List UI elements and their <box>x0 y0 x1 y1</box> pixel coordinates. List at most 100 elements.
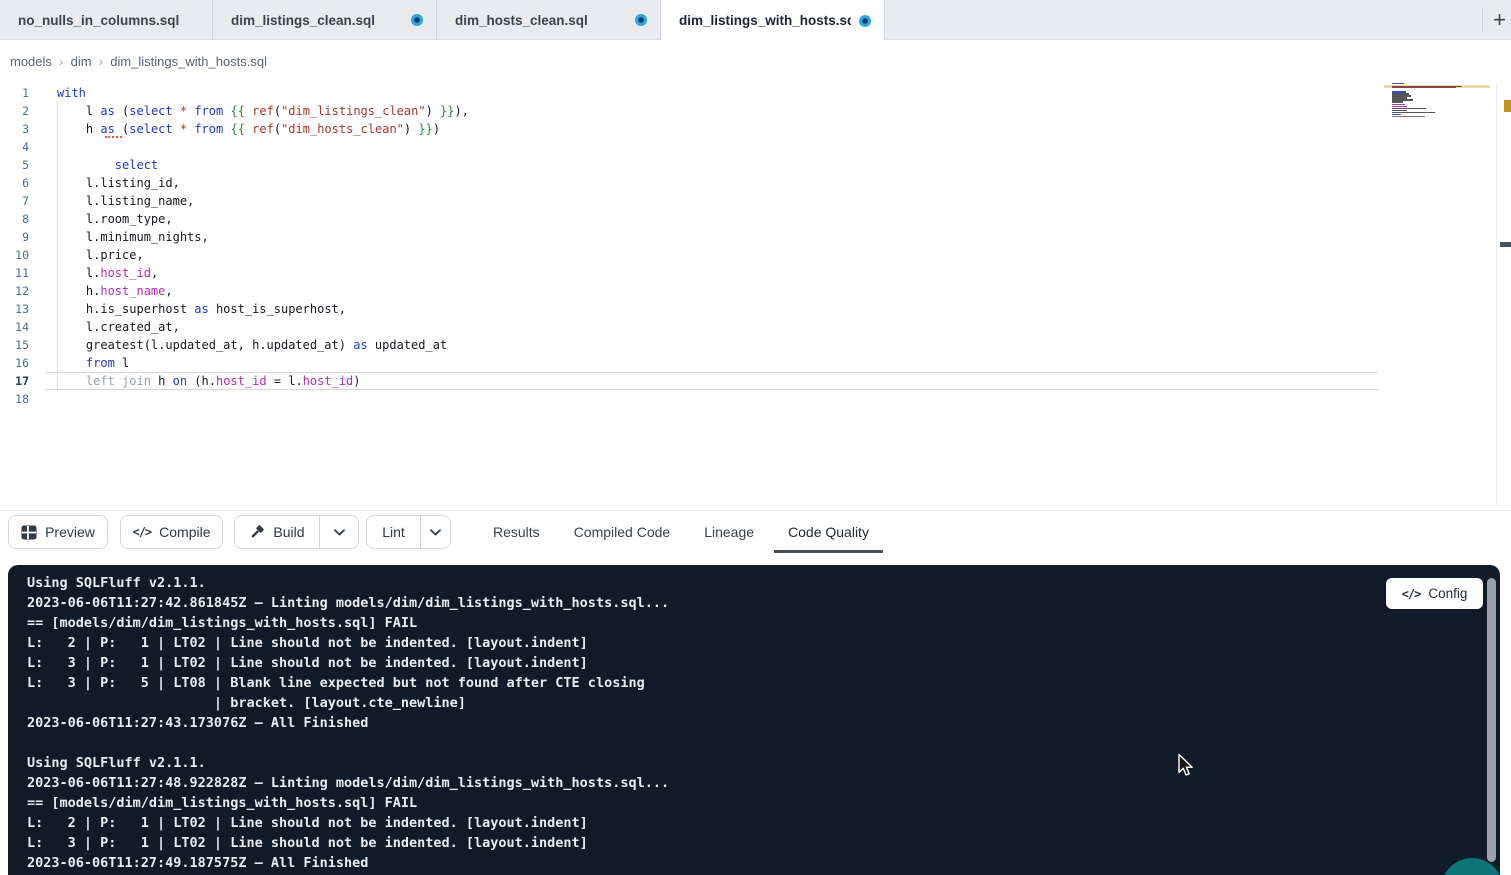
file-header-bar: models›dim›dim_listings_with_hosts.sql S… <box>0 40 1511 82</box>
line-number: 12 <box>0 282 29 300</box>
config-button[interactable]: </> Config <box>1386 578 1483 609</box>
code-text: l.created_at, <box>57 318 1511 336</box>
editor-toolbar: Preview </> Compile Build <box>0 510 1511 552</box>
build-split-button: Build <box>234 515 359 549</box>
tab-label: dim_hosts_clean.sql <box>455 13 627 28</box>
line-number: 11 <box>0 264 29 282</box>
dbt-ide-window: no_nulls_in_columns.sql dim_listings_clea… <box>0 0 1511 875</box>
code-line-11[interactable]: 11 l.host_id, <box>0 264 1511 282</box>
line-number: 16 <box>0 354 29 372</box>
breadcrumb-separator: › <box>59 53 64 69</box>
editor-tab-bar: no_nulls_in_columns.sql dim_listings_clea… <box>0 0 1511 40</box>
tabbar-divider <box>1482 8 1483 32</box>
code-line-14[interactable]: 14 l.created_at, <box>0 318 1511 336</box>
code-line-13[interactable]: 13 h.is_superhost as host_is_superhost, <box>0 300 1511 318</box>
line-number: 13 <box>0 300 29 318</box>
file-tab-dim_listings_clean[interactable]: dim_listings_clean.sql <box>213 0 437 40</box>
code-line-17[interactable]: 17 left join h on (h.host_id = l.host_id… <box>0 372 1511 390</box>
terminal-panel: Using SQLFluff v2.1.1. 2023-06-06T11:27:… <box>8 565 1500 875</box>
tab-label: dim_listings_clean.sql <box>231 13 403 28</box>
file-tab-dim_listings_with_hosts[interactable]: dim_listings_with_hosts.sql <box>661 0 885 41</box>
line-number: 18 <box>0 390 29 408</box>
compile-label: Compile <box>159 524 210 540</box>
code-editor[interactable]: 1with2 l as (select * from {{ ref("dim_l… <box>0 82 1511 510</box>
code-line-8[interactable]: 8 l.room_type, <box>0 210 1511 228</box>
code-line-9[interactable]: 9 l.minimum_nights, <box>0 228 1511 246</box>
preview-button[interactable]: Preview <box>8 515 108 549</box>
compile-button[interactable]: </> Compile <box>120 515 223 549</box>
file-tabs: no_nulls_in_columns.sql dim_listings_clea… <box>0 0 1511 40</box>
lint-dropdown-button[interactable] <box>420 515 451 549</box>
lint-label: Lint <box>382 524 405 540</box>
terminal-scrollbar-thumb[interactable] <box>1487 578 1496 862</box>
line-number: 9 <box>0 228 29 246</box>
build-dropdown-button[interactable] <box>319 515 359 549</box>
breadcrumb: models › dim › dim_listings_with_hosts.sql <box>10 40 267 82</box>
table-icon <box>21 525 37 540</box>
minimap[interactable] <box>1390 83 1464 123</box>
code-text: greatest(l.updated_at, h.updated_at) as … <box>57 336 1511 354</box>
code-line-6[interactable]: 6 l.listing_id, <box>0 174 1511 192</box>
lint-button[interactable]: Lint <box>366 515 421 549</box>
file-tab-no_nulls_in_columns[interactable]: no_nulls_in_columns.sql <box>0 0 213 40</box>
tab-lineage[interactable]: Lineage <box>687 511 771 553</box>
breadcrumb-segment-dim_listings_with_hosts[interactable]: dim_listings_with_hosts.sql <box>110 54 267 69</box>
tab-compiled-code[interactable]: Compiled Code <box>557 511 688 553</box>
code-brackets-icon: </> <box>132 525 151 539</box>
line-number: 2 <box>0 102 29 120</box>
file-tab-dim_hosts_clean[interactable]: dim_hosts_clean.sql <box>437 0 661 40</box>
editor-lines: 1with2 l as (select * from {{ ref("dim_l… <box>0 84 1511 408</box>
lint-split-button: Lint <box>366 515 451 549</box>
code-line-4[interactable]: 4 <box>0 138 1511 156</box>
code-text: l.minimum_nights, <box>57 228 1511 246</box>
code-text: l.price, <box>57 246 1511 264</box>
code-line-7[interactable]: 7 l.listing_name, <box>0 192 1511 210</box>
tab-label: dim_listings_with_hosts.sql <box>679 13 851 28</box>
chevron-down-icon <box>334 529 345 536</box>
new-tab-button[interactable]: + <box>1486 6 1511 33</box>
code-line-1[interactable]: 1with <box>0 84 1511 102</box>
breadcrumb-separator: › <box>99 53 104 69</box>
build-label: Build <box>273 524 304 540</box>
line-number: 15 <box>0 336 29 354</box>
code-text: h.host_name, <box>57 282 1511 300</box>
mouse-cursor <box>1176 753 1196 777</box>
code-text: select <box>57 156 1511 174</box>
code-line-18[interactable]: 18 <box>0 390 1511 408</box>
code-text: l.room_type, <box>57 210 1511 228</box>
unsaved-changes-icon <box>859 15 871 27</box>
result-tabs: ResultsCompiled CodeLineageCode Quality <box>476 511 886 553</box>
code-brackets-icon: </> <box>1402 587 1421 601</box>
code-text: left join h on (h.host_id = l.host_id) <box>57 372 1511 390</box>
code-text: from l <box>57 354 1511 372</box>
build-button[interactable]: Build <box>234 515 320 549</box>
tab-label: no_nulls_in_columns.sql <box>18 13 199 28</box>
code-text: with <box>57 84 1511 102</box>
code-line-12[interactable]: 12 h.host_name, <box>0 282 1511 300</box>
line-number: 14 <box>0 318 29 336</box>
code-line-10[interactable]: 10 l.price, <box>0 246 1511 264</box>
lint-squiggle <box>105 134 122 138</box>
code-text: l as (select * from {{ ref("dim_listings… <box>57 102 1511 120</box>
breadcrumb-segment-dim[interactable]: dim <box>71 54 92 69</box>
line-number: 17 <box>0 372 29 390</box>
code-line-5[interactable]: 5 select <box>0 156 1511 174</box>
line-number: 7 <box>0 192 29 210</box>
chevron-down-icon <box>430 529 441 536</box>
line-number: 3 <box>0 120 29 138</box>
code-text: h.is_superhost as host_is_superhost, <box>57 300 1511 318</box>
line-number: 10 <box>0 246 29 264</box>
code-line-15[interactable]: 15 greatest(l.updated_at, h.updated_at) … <box>0 336 1511 354</box>
tab-results[interactable]: Results <box>476 511 557 553</box>
breadcrumb-segment-models[interactable]: models <box>10 54 52 69</box>
line-number: 4 <box>0 138 29 156</box>
tab-code-quality[interactable]: Code Quality <box>771 511 886 553</box>
code-text: l.listing_id, <box>57 174 1511 192</box>
code-line-3[interactable]: 3 h as (select * from {{ ref("dim_hosts_… <box>0 120 1511 138</box>
unsaved-changes-icon <box>635 14 647 26</box>
hammer-icon <box>249 524 265 540</box>
code-line-16[interactable]: 16 from l <box>0 354 1511 372</box>
code-text: h as (select * from {{ ref("dim_hosts_cl… <box>57 120 1511 138</box>
code-line-2[interactable]: 2 l as (select * from {{ ref("dim_listin… <box>0 102 1511 120</box>
unsaved-changes-icon <box>411 14 423 26</box>
